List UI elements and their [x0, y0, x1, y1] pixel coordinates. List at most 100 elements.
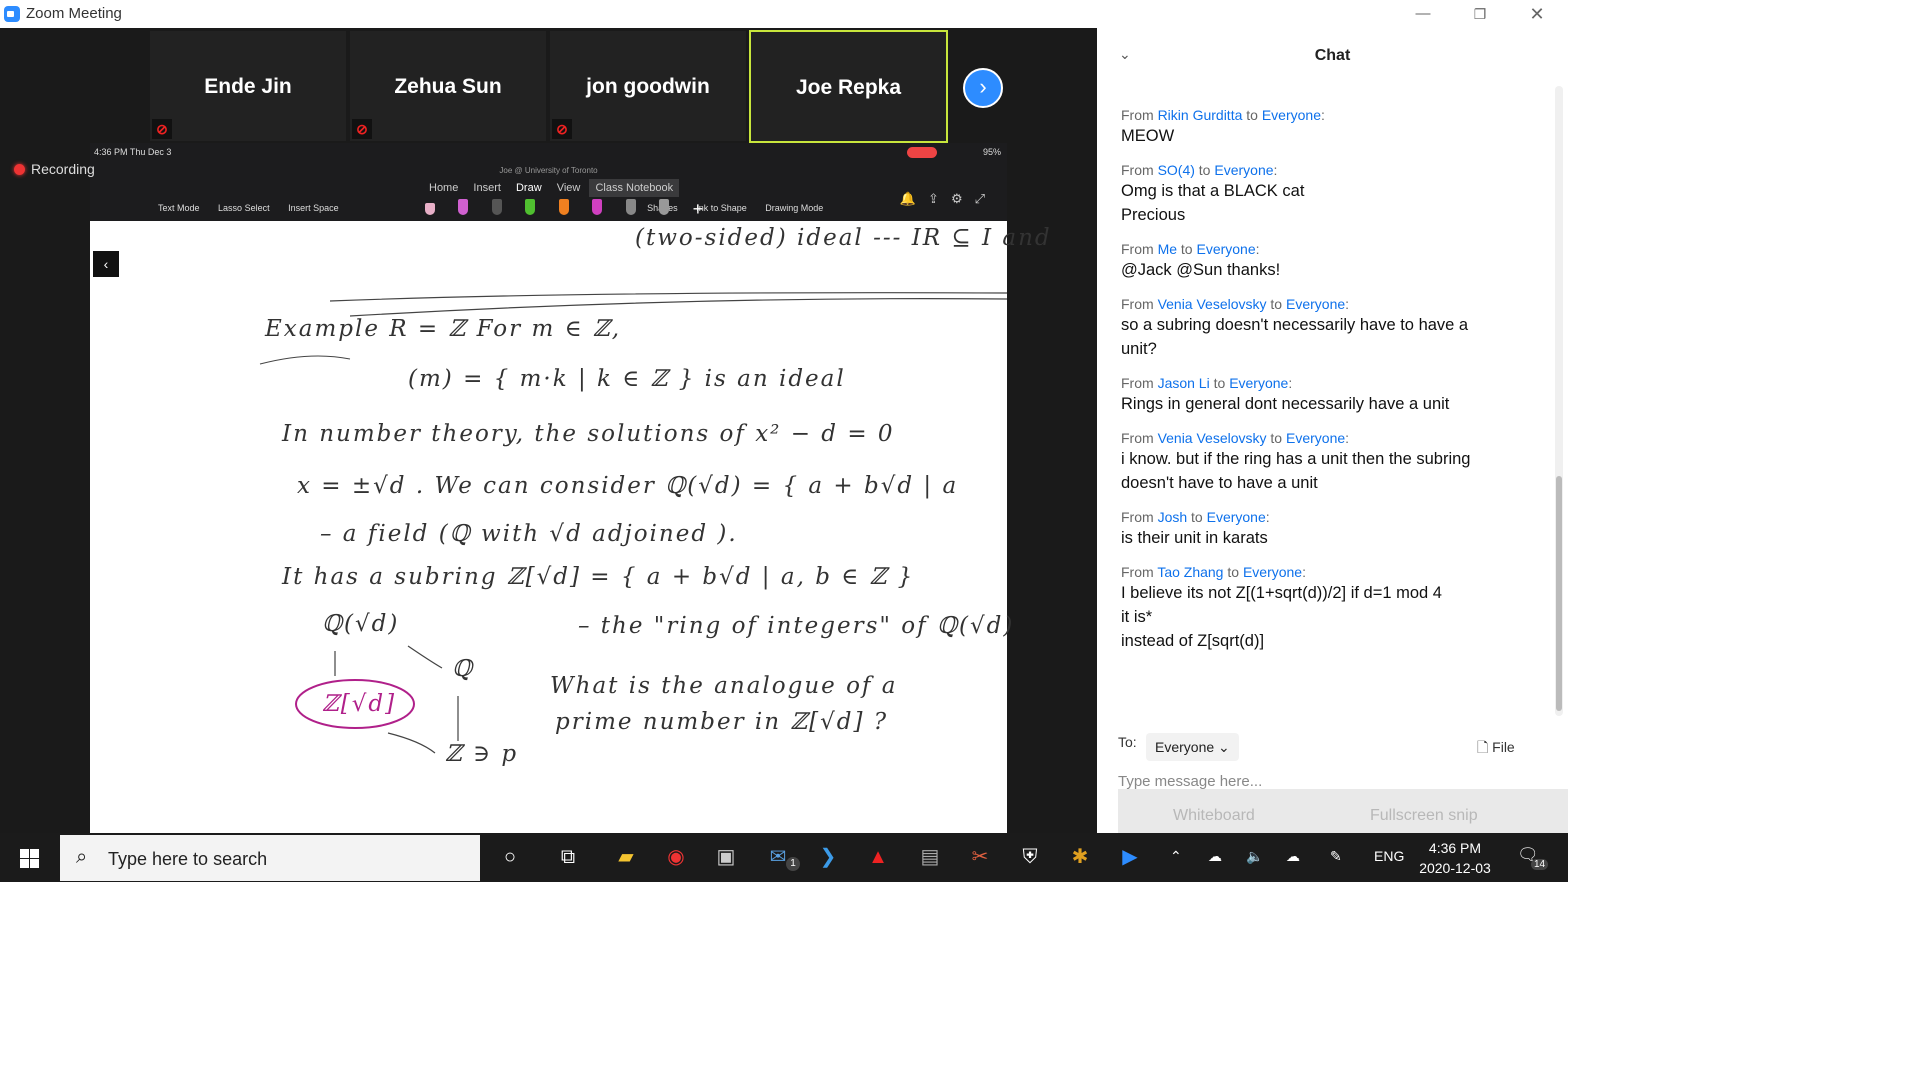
minimize-button[interactable]: —	[1400, 2, 1446, 26]
pen-magenta-icon[interactable]	[458, 199, 469, 215]
window-title: Zoom Meeting	[26, 5, 122, 22]
message-text: it is*	[1121, 608, 1153, 626]
drawing-mode-button[interactable]: Drawing Mode	[765, 203, 823, 213]
windows-start-icon[interactable]	[20, 849, 39, 868]
tab-insert[interactable]: Insert	[467, 179, 507, 197]
toolbar-right-icons[interactable]: 🔔⇪⚙⤢	[900, 191, 997, 207]
recipient-name[interactable]: Everyone	[1286, 430, 1345, 446]
recipient-name[interactable]: Everyone	[1207, 509, 1266, 525]
message-header: From Jason Li to Everyone:	[1121, 375, 1293, 391]
chat-title: Chat	[1314, 47, 1351, 64]
text-mode-button[interactable]: Text Mode	[158, 203, 200, 213]
participant-tile[interactable]: jon goodwin ⊘	[550, 31, 746, 141]
onedrive-icon[interactable]: ☁	[1208, 848, 1222, 865]
message-text: is their unit in karats	[1121, 529, 1268, 547]
note-line: prime number in ℤ[√d] ?	[555, 709, 889, 735]
chat-scrollbar[interactable]	[1555, 86, 1563, 716]
clock[interactable]: 4:36 PM 2020-12-03	[1410, 838, 1500, 878]
file-button[interactable]: 🗋 File	[1477, 737, 1515, 761]
pen-silver-icon[interactable]	[659, 199, 670, 215]
recipient-name[interactable]: Everyone	[1286, 296, 1345, 312]
sender-name[interactable]: SO(4)	[1158, 162, 1195, 178]
chat-panel: ⌄ Chat From Rikin Gurditta to Everyone: M…	[1097, 28, 1568, 833]
snip-tool-icon[interactable]: ✂	[966, 843, 994, 871]
highlighter-pink-icon[interactable]	[592, 199, 603, 215]
acrobat-icon[interactable]: ▲	[864, 843, 892, 871]
add-pen-icon[interactable]: +	[693, 199, 704, 219]
message-header: From Tao Zhang to Everyone:	[1121, 564, 1306, 580]
mail-badge: 1	[786, 857, 800, 871]
overlay-fullscreen-snip[interactable]: Fullscreen snip	[1370, 807, 1478, 825]
vscode-icon[interactable]: ❯	[814, 843, 842, 871]
recipient-name[interactable]: Everyone	[1214, 162, 1273, 178]
highlighter-green-icon[interactable]	[525, 199, 536, 215]
cloud-sync-icon[interactable]: ☁	[1286, 848, 1300, 865]
notebook-canvas[interactable]: (two-sided) ideal --- IR ⊆ I and Example…	[90, 221, 1050, 833]
ink-to-shape-button[interactable]: Ink to Shape	[696, 203, 747, 213]
recipient-dropdown[interactable]: Everyone ⌄	[1146, 733, 1239, 761]
sender-name[interactable]: Tao Zhang	[1157, 564, 1223, 580]
close-button[interactable]: ✕	[1514, 2, 1560, 26]
sender-name[interactable]: Rikin Gurditta	[1158, 107, 1243, 123]
cortana-icon[interactable]: ○	[496, 843, 524, 871]
sender-name[interactable]: Venia Veselovsky	[1158, 296, 1267, 312]
chrome-icon[interactable]: ◉	[662, 843, 690, 871]
pen-black-icon[interactable]	[491, 199, 502, 215]
sender-name[interactable]: Jason Li	[1158, 375, 1210, 391]
chat-message: From Josh to Everyone: is their unit in k…	[1121, 508, 1541, 550]
tray-chevron-up-icon[interactable]: ⌃	[1170, 848, 1182, 865]
message-text: i know. but if the ring has a unit then …	[1121, 450, 1471, 468]
file-explorer-icon[interactable]: ▰	[612, 843, 640, 871]
chevron-down-icon: ⌄	[1218, 739, 1230, 755]
recipient-name[interactable]: Everyone	[1243, 564, 1302, 580]
store-icon[interactable]: ▣	[712, 843, 740, 871]
eraser-icon[interactable]	[425, 203, 435, 215]
scrollbar-thumb[interactable]	[1556, 476, 1562, 711]
volume-icon[interactable]: 🔈	[1246, 848, 1263, 865]
participant-tile-active-speaker[interactable]: Joe Repka	[749, 30, 948, 143]
recording-label: Recording	[31, 161, 95, 177]
terminal-icon[interactable]: ▤	[916, 843, 944, 871]
battery-level: 95%	[982, 147, 1001, 157]
to-word: to	[1270, 296, 1283, 312]
overlay-whiteboard[interactable]: Whiteboard	[1173, 807, 1255, 825]
sender-name[interactable]: Venia Veselovsky	[1158, 430, 1267, 446]
pen-icon[interactable]: ✎	[1330, 848, 1342, 865]
note-line: In number theory, the solutions of x² − …	[282, 421, 895, 447]
message-text: Precious	[1121, 206, 1186, 224]
restore-button[interactable]: ❐	[1457, 2, 1503, 26]
language-indicator[interactable]: ENG	[1374, 848, 1404, 864]
lasso-select-button[interactable]: Lasso Select	[218, 203, 270, 213]
participant-tile[interactable]: Ende Jin ⊘	[150, 31, 346, 141]
to-word: to	[1180, 241, 1193, 257]
taskbar: ⌕ Type here to search ○ ⧉ ▰ ◉ ▣ ✉ 1 ❯ ▲ …	[0, 833, 1568, 882]
tab-view[interactable]: View	[551, 179, 587, 197]
tab-draw[interactable]: Draw	[510, 179, 548, 197]
tab-class-notebook[interactable]: Class Notebook	[589, 179, 680, 197]
zoom-taskbar-icon[interactable]: ▶	[1116, 843, 1144, 871]
task-view-icon[interactable]: ⧉	[554, 843, 582, 871]
recipient-name[interactable]: Everyone	[1262, 107, 1321, 123]
participant-tile[interactable]: Zehua Sun ⊘	[350, 31, 546, 141]
sender-name[interactable]: Me	[1158, 241, 1177, 257]
tab-home[interactable]: Home	[423, 179, 464, 197]
message-input[interactable]: Type message here...	[1118, 773, 1262, 790]
security-shield-icon[interactable]: ⛨	[1016, 843, 1044, 871]
slack-icon[interactable]: ✱	[1066, 843, 1094, 871]
participant-name: Ende Jin	[204, 75, 292, 98]
taskbar-search[interactable]: ⌕ Type here to search	[60, 835, 480, 881]
recipient-name[interactable]: Everyone	[1229, 375, 1288, 391]
chat-message: From Jason Li to Everyone: Rings in gener…	[1121, 374, 1541, 416]
chevron-left-icon[interactable]: ‹	[93, 251, 119, 277]
highlighter-orange-icon[interactable]	[558, 199, 569, 215]
message-header: From Venia Veselovsky to Everyone:	[1121, 296, 1350, 312]
next-page-chevron-icon[interactable]: ›	[963, 68, 1003, 108]
to-word: to	[1191, 509, 1203, 525]
from-word: From	[1121, 296, 1154, 312]
note-line: x = ±√d . We can consider ℚ(√d) = { a + …	[297, 473, 959, 499]
to-word: to	[1213, 375, 1226, 391]
sender-name[interactable]: Josh	[1158, 509, 1188, 525]
recipient-name[interactable]: Everyone	[1196, 241, 1255, 257]
insert-space-button[interactable]: Insert Space	[288, 203, 339, 213]
pen-gray-icon[interactable]	[625, 199, 636, 215]
